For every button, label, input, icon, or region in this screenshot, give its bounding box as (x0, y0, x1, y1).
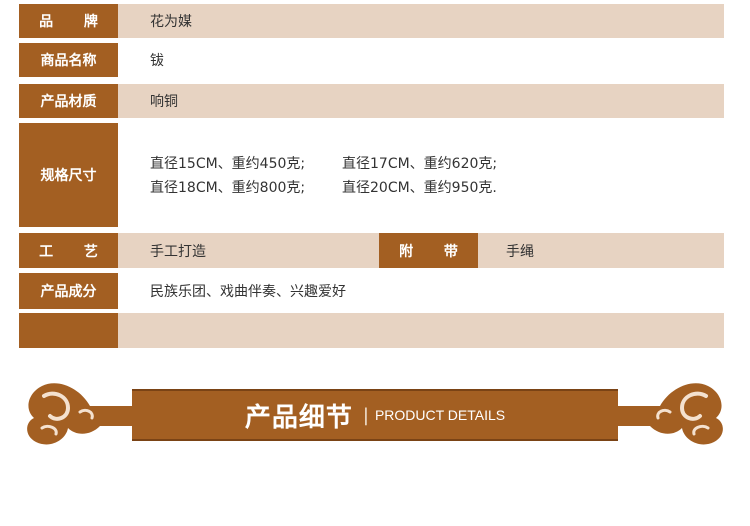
section-banner: 产品细节 | PRODUCT DETAILS (20, 376, 730, 451)
row-value: 直径15CM、重约450克; 直径17CM、重约620克; 直径18CM、重约8… (118, 123, 724, 227)
spec-row-empty (19, 313, 724, 348)
spec-row-brand: 品牌 花为媒 (19, 4, 724, 38)
spec-row-material: 产品材质 响铜 (19, 84, 724, 118)
row-label: 产品成分 (19, 273, 118, 309)
banner-title: 产品细节 (244, 402, 353, 433)
spec-size-15cm: 直径15CM、重约450克; (150, 156, 306, 172)
row-value: 花为媒 (150, 14, 192, 30)
row-label: 产品材质 (19, 84, 118, 118)
row-value-accessory: 手绳 (506, 243, 534, 260)
spec-size-18cm: 直径18CM、重约800克; (150, 180, 306, 196)
spec-size-17cm: 直径17CM、重约620克; (342, 156, 498, 172)
row-value: 手工打造 (150, 243, 206, 260)
row-label: 规格尺寸 (19, 123, 118, 227)
row-label: 工艺 (19, 233, 118, 268)
banner-bar: 产品细节 | PRODUCT DETAILS (132, 389, 618, 441)
spec-line: 直径18CM、重约800克; 直径20CM、重约950克. (150, 177, 497, 197)
banner-separator: | (362, 404, 369, 426)
spec-row-product-name: 商品名称 钹 (19, 43, 724, 77)
row-label: 品牌 (19, 4, 118, 38)
row-label: 商品名称 (19, 43, 118, 77)
cloud-ornament-left-icon (27, 383, 145, 445)
row-value (118, 313, 724, 348)
cloud-ornament-right-icon (605, 383, 723, 445)
row-value: 响铜 (150, 94, 178, 110)
row-value: 钹 (150, 53, 164, 69)
spec-row-usage: 产品成分 民族乐团、戏曲伴奏、兴趣爱好 (19, 273, 724, 309)
spec-row-size: 规格尺寸 直径15CM、重约450克; 直径17CM、重约620克; 直径18C… (19, 123, 724, 227)
spec-line: 直径15CM、重约450克; 直径17CM、重约620克; (150, 153, 497, 173)
row-label (19, 313, 118, 348)
row-label-accessory: 附带 (379, 233, 478, 268)
row-value: 民族乐团、戏曲伴奏、兴趣爱好 (150, 284, 346, 300)
spec-row-craft: 工艺 手工打造 附带 手绳 (19, 233, 724, 268)
spec-size-20cm: 直径20CM、重约950克. (342, 180, 497, 196)
banner-subtitle: PRODUCT DETAILS (374, 407, 506, 423)
